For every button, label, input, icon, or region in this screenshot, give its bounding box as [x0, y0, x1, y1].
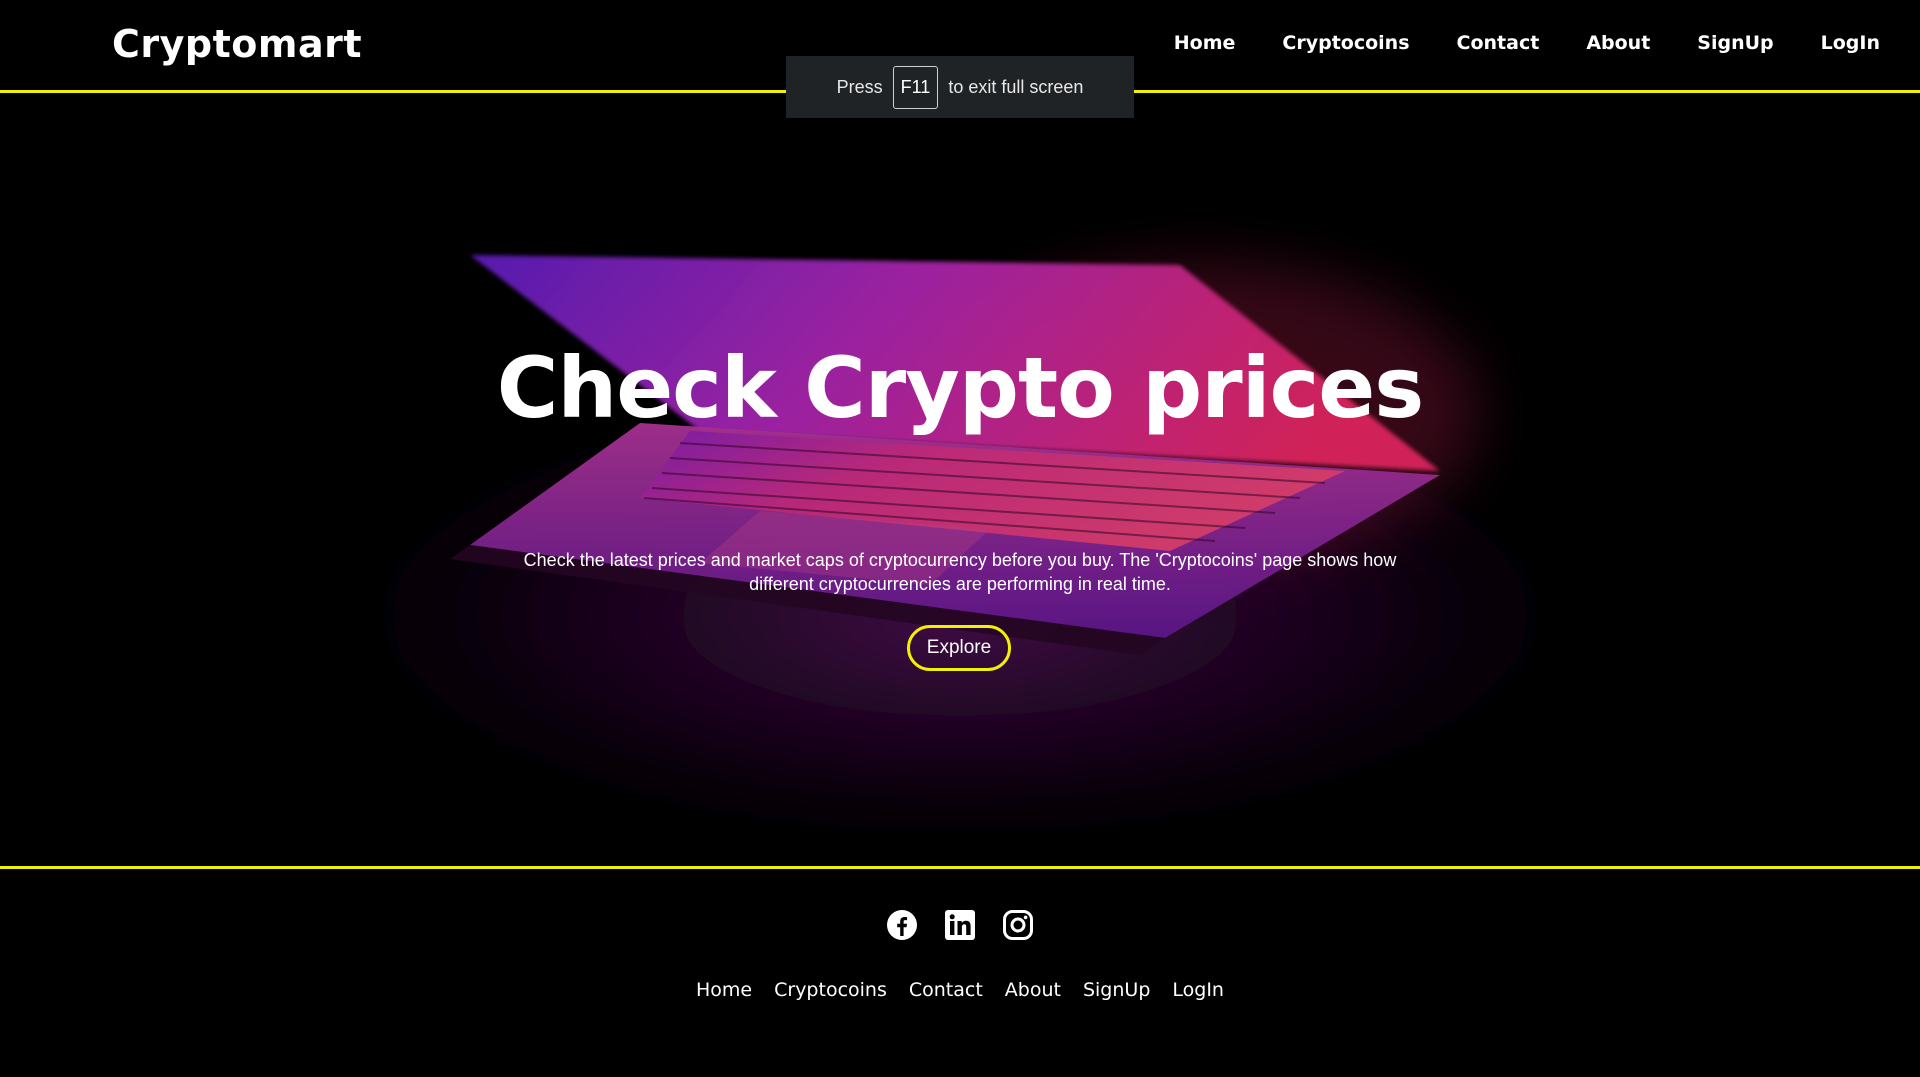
- nav-login[interactable]: LogIn: [1821, 32, 1880, 54]
- hero-description: Check the latest prices and market caps …: [523, 550, 1397, 594]
- footer-nav-login[interactable]: LogIn: [1172, 979, 1224, 1001]
- nav-contact[interactable]: Contact: [1457, 32, 1540, 54]
- fullscreen-notice-suffix: to exit full screen: [948, 76, 1084, 97]
- footer-nav-contact[interactable]: Contact: [909, 979, 983, 1001]
- nav-cryptocoins[interactable]: Cryptocoins: [1282, 32, 1409, 54]
- site-footer: Home Cryptocoins Contact About SignUp Lo…: [0, 866, 1920, 1077]
- nav-home[interactable]: Home: [1174, 32, 1236, 54]
- footer-nav-about[interactable]: About: [1005, 979, 1061, 1001]
- instagram-icon: [1003, 910, 1033, 940]
- hero-title: Check Crypto prices: [496, 339, 1425, 437]
- laptop-background-image: [0, 93, 1920, 866]
- nav-signup[interactable]: SignUp: [1697, 32, 1773, 54]
- footer-nav-signup[interactable]: SignUp: [1083, 979, 1150, 1001]
- footer-nav: Home Cryptocoins Contact About SignUp Lo…: [0, 979, 1920, 1001]
- explore-button[interactable]: Explore: [907, 625, 1011, 671]
- linkedin-icon: [945, 910, 975, 940]
- footer-nav-home[interactable]: Home: [696, 979, 752, 1001]
- facebook-icon: [887, 910, 917, 940]
- linkedin-link[interactable]: [944, 909, 976, 941]
- instagram-link[interactable]: [1002, 909, 1034, 941]
- social-links: [0, 909, 1920, 941]
- brand-logo[interactable]: Cryptomart: [112, 22, 362, 66]
- facebook-link[interactable]: [886, 909, 918, 941]
- nav-about[interactable]: About: [1586, 32, 1650, 54]
- footer-nav-cryptocoins[interactable]: Cryptocoins: [774, 979, 887, 1001]
- main-nav: Home Cryptocoins Contact About SignUp Lo…: [1127, 32, 1880, 54]
- fullscreen-notice: Press F11 to exit full screen: [786, 56, 1134, 118]
- hero-section: Check Crypto prices Check the latest pri…: [0, 93, 1920, 866]
- fullscreen-notice-prefix: Press: [836, 76, 883, 97]
- fullscreen-notice-key: F11: [892, 65, 939, 109]
- page: Cryptomart Home Cryptocoins Contact Abou…: [0, 0, 1920, 1077]
